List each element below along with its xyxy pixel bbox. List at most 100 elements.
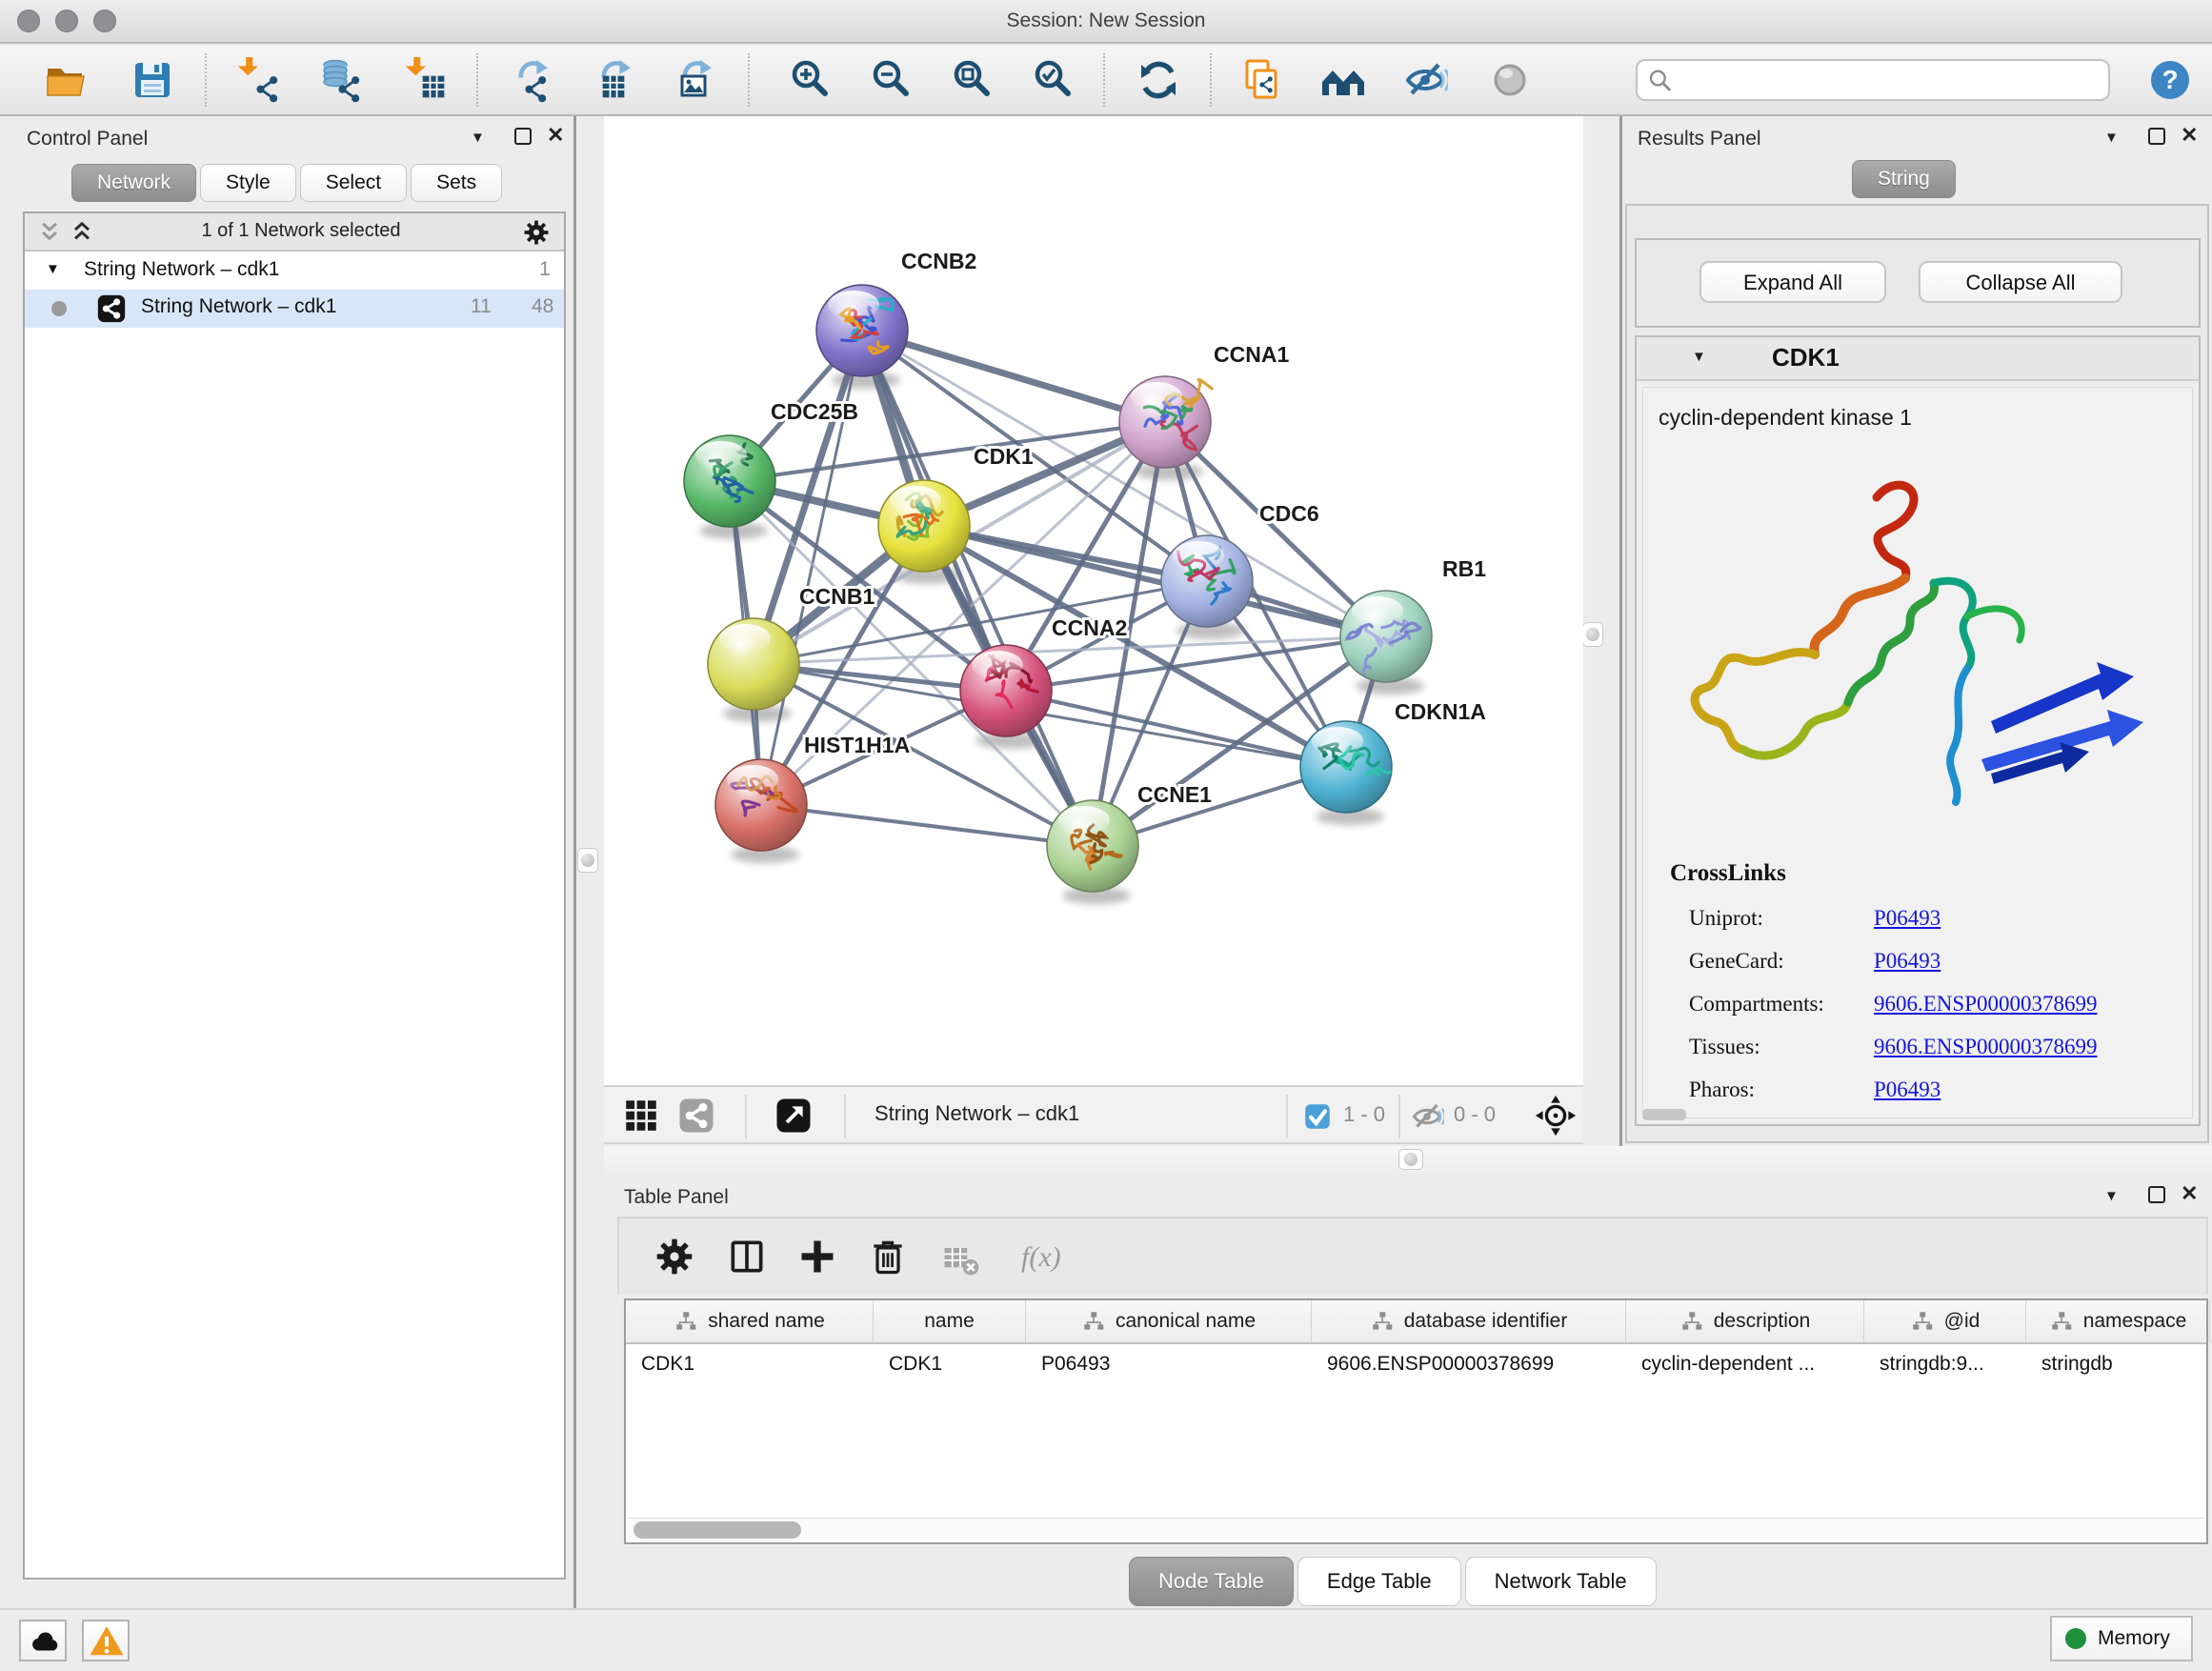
- column-header-name[interactable]: name: [874, 1300, 1026, 1342]
- gene-section-header[interactable]: ▼ CDK1: [1637, 337, 2199, 381]
- tree-row-network[interactable]: String Network – cdk1 11 48: [25, 290, 564, 328]
- import-network-database-icon[interactable]: [318, 57, 364, 103]
- column-header-sharedname[interactable]: shared name: [626, 1300, 874, 1342]
- export-network-icon[interactable]: [511, 57, 556, 103]
- control-panel-float-icon[interactable]: [514, 128, 532, 145]
- tab-node-table[interactable]: Node Table: [1129, 1557, 1294, 1606]
- node-CDK1[interactable]: [878, 480, 970, 572]
- tab-sets[interactable]: Sets: [411, 164, 502, 202]
- column-header-id[interactable]: @id: [1864, 1300, 2026, 1342]
- node-CDC25B[interactable]: [684, 435, 775, 527]
- expand-all-icon[interactable]: [69, 219, 95, 246]
- gene-collapse-triangle-icon[interactable]: ▼: [1692, 349, 1706, 365]
- right-splitter-handle[interactable]: [1582, 622, 1603, 647]
- node-HIST1H1A[interactable]: [715, 759, 807, 851]
- gene-name: CDK1: [1772, 343, 1840, 372]
- edge-CCNB2-CCNE1[interactable]: [862, 331, 1093, 846]
- grid-view-icon[interactable]: [621, 1096, 661, 1136]
- node-CCNB2[interactable]: [816, 285, 908, 376]
- memory-button[interactable]: Memory: [2050, 1616, 2193, 1661]
- tree-network-node-count: 11: [471, 295, 492, 318]
- hidden-eye-icon[interactable]: [1410, 1099, 1444, 1134]
- collapse-all-icon[interactable]: [36, 219, 63, 246]
- selected-checkbox-icon[interactable]: [1301, 1100, 1334, 1133]
- tab-string[interactable]: String: [1852, 160, 1956, 198]
- node-CCNB1[interactable]: [708, 618, 799, 710]
- node-CDC6[interactable]: [1161, 535, 1253, 627]
- open-session-icon[interactable]: [44, 57, 90, 103]
- tab-edge-table[interactable]: Edge Table: [1297, 1557, 1461, 1606]
- node-CCNA2[interactable]: [960, 645, 1052, 736]
- expand-all-button[interactable]: Expand All: [1699, 261, 1886, 303]
- cloud-button[interactable]: [19, 1620, 67, 1661]
- table-row[interactable]: CDK1CDK1P064939606.ENSP00000378699cyclin…: [626, 1344, 2206, 1384]
- column-header-namespace[interactable]: namespace: [2026, 1300, 2210, 1342]
- column-header-canonicalname[interactable]: canonical name: [1026, 1300, 1312, 1342]
- tree-row-collection[interactable]: ▼ String Network – cdk1 1: [25, 253, 564, 290]
- column-header-databaseidentifier[interactable]: database identifier: [1312, 1300, 1626, 1342]
- zoom-fit-icon[interactable]: [949, 57, 995, 103]
- node-RB1[interactable]: [1340, 591, 1432, 682]
- hide-selected-icon[interactable]: [1402, 57, 1448, 103]
- table-panel-collapse-icon[interactable]: ▼: [2104, 1188, 2119, 1204]
- crosslink-value-link[interactable]: 9606.ENSP00000378699: [1874, 992, 2098, 1017]
- network-share-icon[interactable]: [676, 1096, 716, 1136]
- show-all-icon[interactable]: [1487, 57, 1533, 103]
- copy-style-icon[interactable]: [1239, 57, 1285, 103]
- control-panel-title: Control Panel: [27, 128, 148, 151]
- crosslink-value-link[interactable]: P06493: [1874, 949, 1941, 974]
- export-table-icon[interactable]: [592, 57, 637, 103]
- table-panel-close-icon[interactable]: ✕: [2181, 1181, 2198, 1206]
- zoom-out-icon[interactable]: [868, 57, 914, 103]
- network-canvas[interactable]: CCNB2CCNA1CDC25BCDK1CDC6RB1CCNB1CCNA2CDK…: [604, 116, 1583, 1085]
- warnings-button[interactable]: [82, 1620, 130, 1661]
- edge-HIST1H1A-CCNE1[interactable]: [761, 805, 1093, 846]
- node-CDKN1A[interactable]: [1300, 721, 1392, 813]
- results-hscrollbar-thumb[interactable]: [1642, 1109, 1686, 1120]
- open-view-icon[interactable]: [774, 1096, 814, 1136]
- zoom-selected-icon[interactable]: [1030, 57, 1076, 103]
- node-CCNE1[interactable]: [1047, 800, 1138, 892]
- tree-expand-triangle-icon[interactable]: ▼: [46, 261, 60, 277]
- table-panel-float-icon[interactable]: [2148, 1186, 2165, 1203]
- node-CCNA1[interactable]: [1119, 376, 1212, 468]
- search-input[interactable]: [1681, 63, 2101, 97]
- table-hscrollbar-thumb[interactable]: [633, 1521, 801, 1539]
- tab-network[interactable]: Network: [71, 164, 196, 202]
- edge-CCNB2-CCNA1[interactable]: [862, 331, 1165, 422]
- crosshair-icon[interactable]: [1534, 1094, 1578, 1137]
- zoom-in-icon[interactable]: [787, 57, 833, 103]
- crosslinks-title: CrossLinks: [1670, 860, 1786, 887]
- table-add-icon[interactable]: [796, 1236, 838, 1278]
- node-table: shared namenamecanonical namedatabase id…: [624, 1299, 2208, 1544]
- search-box[interactable]: [1636, 59, 2110, 101]
- tab-style[interactable]: Style: [200, 164, 296, 202]
- table-body: CDK1CDK1P064939606.ENSP00000378699cyclin…: [626, 1344, 2206, 1384]
- results-panel-close-icon[interactable]: ✕: [2181, 123, 2198, 148]
- crosslink-value-link[interactable]: P06493: [1874, 906, 1941, 931]
- apply-layout-icon[interactable]: [1136, 57, 1181, 103]
- tab-select[interactable]: Select: [300, 164, 407, 202]
- results-panel-collapse-icon[interactable]: ▼: [2104, 130, 2119, 146]
- import-table-icon[interactable]: [404, 57, 450, 103]
- collapse-all-button[interactable]: Collapse All: [1919, 261, 2122, 303]
- import-network-file-icon[interactable]: [236, 57, 282, 103]
- horizontal-splitter-handle[interactable]: [1398, 1149, 1423, 1170]
- crosslink-value-link[interactable]: 9606.ENSP00000378699: [1874, 1035, 2098, 1059]
- export-image-icon[interactable]: [673, 57, 718, 103]
- table-columns-icon[interactable]: [726, 1236, 768, 1278]
- save-session-icon[interactable]: [130, 57, 175, 103]
- tab-network-table[interactable]: Network Table: [1465, 1557, 1657, 1606]
- table-gear-icon[interactable]: [654, 1236, 695, 1278]
- help-icon[interactable]: [2147, 57, 2193, 103]
- results-panel-float-icon[interactable]: [2148, 128, 2165, 145]
- crosslink-value-link[interactable]: P06493: [1874, 1077, 1941, 1102]
- node-label-CDK1: CDK1: [974, 444, 1034, 469]
- left-splitter-handle[interactable]: [577, 848, 598, 873]
- table-delete-icon[interactable]: [867, 1236, 909, 1278]
- tree-options-gear-icon[interactable]: [522, 218, 551, 247]
- column-header-description[interactable]: description: [1626, 1300, 1864, 1342]
- first-neighbors-icon[interactable]: [1320, 57, 1366, 103]
- control-panel-collapse-icon[interactable]: ▼: [471, 130, 485, 146]
- control-panel-close-icon[interactable]: ✕: [547, 123, 564, 148]
